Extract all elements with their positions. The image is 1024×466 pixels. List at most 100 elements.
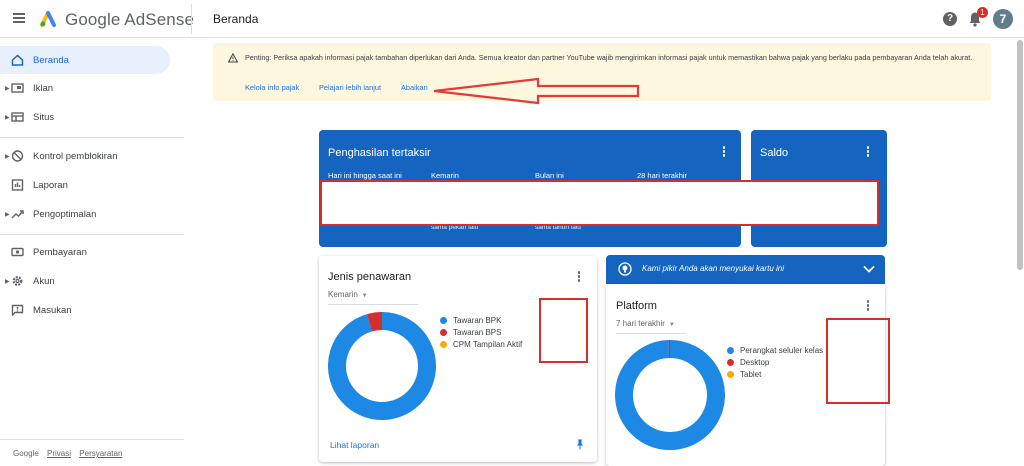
sidebar-divider <box>0 234 184 235</box>
redaction-box <box>539 298 588 363</box>
legend-dot-icon <box>440 340 447 348</box>
manage-tax-info-link[interactable]: Kelola info pajak <box>245 83 299 92</box>
sidebar-item-iklan[interactable]: ▶ Iklan <box>0 74 170 102</box>
earnings-col-today: Hari ini hingga saat ini <box>328 171 402 180</box>
brand-name: Google AdSense <box>65 10 194 29</box>
sidebar-item-label: Beranda <box>33 54 69 66</box>
sites-icon <box>11 112 24 122</box>
header-divider <box>191 4 192 34</box>
chevron-down-icon[interactable] <box>863 265 875 273</box>
redaction-box <box>826 318 890 404</box>
redaction-box <box>320 180 879 226</box>
legend-dot-icon <box>727 346 734 354</box>
sidebar-item-situs[interactable]: ▶ Situs <box>0 103 170 131</box>
suggestion-text: Kami pikir Anda akan menyukai kartu ini <box>642 264 784 273</box>
reports-icon <box>11 179 24 191</box>
legend-label: Tawaran BPK <box>453 315 502 325</box>
offer-type-title: Jenis penawaran <box>328 271 412 283</box>
legend-label: Tablet <box>740 369 762 379</box>
sidebar-item-laporan[interactable]: Laporan <box>0 171 170 199</box>
earnings-col-yesterday: Kemarin <box>431 171 459 180</box>
notification-badge: 1 <box>977 7 988 18</box>
donut-slice-tawaran-bps <box>366 312 383 332</box>
legend-dot-icon <box>727 370 734 378</box>
platform-legend: Perangkat seluler kelas Desktop Tablet <box>727 344 827 380</box>
trend-icon <box>11 210 24 219</box>
page-scrollbar[interactable] <box>1017 40 1023 270</box>
balance-title: Saldo <box>760 147 789 159</box>
legend-label: Tawaran BPS <box>453 327 502 337</box>
avatar[interactable]: 7 <box>993 9 1013 29</box>
offer-more-icon[interactable] <box>577 271 581 283</box>
legend-label: CPM Tampilan Aktif <box>453 339 523 349</box>
select-underline <box>616 333 686 334</box>
platform-period-select[interactable]: 7 hari terakhir ▼ <box>616 319 675 328</box>
dropdown-arrow-icon: ▼ <box>668 322 675 328</box>
sidebar-item-label: Masukan <box>33 304 72 316</box>
menu-icon[interactable] <box>13 13 25 23</box>
sidebar-item-label: Akun <box>33 275 55 287</box>
legend-dot-icon <box>440 328 447 336</box>
home-icon <box>11 54 24 66</box>
legend-item: Tablet <box>727 368 827 380</box>
donut-slice-tawaran-bpk <box>328 312 436 420</box>
expand-caret-icon: ▶ <box>5 85 10 92</box>
sidebar-divider <box>0 137 184 138</box>
sidebar-item-label: Pembayaran <box>33 246 87 258</box>
dropdown-arrow-icon: ▼ <box>361 293 368 299</box>
expand-caret-icon: ▶ <box>5 211 10 218</box>
top-bar: Google AdSense Beranda ? 1 7 <box>0 0 1024 38</box>
earnings-title: Penghasilan tertaksir <box>328 147 431 159</box>
sidebar-item-beranda[interactable]: Beranda <box>0 46 170 74</box>
sidebar-item-pembayaran[interactable]: Pembayaran <box>0 238 170 266</box>
learn-more-link[interactable]: Pelajari lebih lanjut <box>319 83 381 92</box>
legend-label: Perangkat seluler kelas <box>740 345 824 355</box>
legend-item: Perangkat seluler kelas <box>727 344 827 356</box>
legend-dot-icon <box>440 316 447 324</box>
legend-item: CPM Tampilan Aktif <box>440 338 522 350</box>
balance-more-icon[interactable] <box>866 146 870 158</box>
offer-period-select[interactable]: Kemarin ▼ <box>328 290 368 299</box>
terms-link[interactable]: Persyaratan <box>79 449 122 458</box>
dismiss-link[interactable]: Abaikan <box>401 83 428 92</box>
offer-period-value: Kemarin <box>328 290 358 299</box>
payments-icon <box>11 247 24 257</box>
offer-donut-chart <box>328 312 436 420</box>
platform-title: Platform <box>616 300 657 312</box>
legend-item: Tawaran BPK <box>440 314 522 326</box>
sidebar-footer: Google Privasi Persyaratan <box>13 449 122 458</box>
sidebar: Beranda ▶ Iklan ▶ Situs ▶ Kontrol pemblo… <box>0 39 184 466</box>
footer-google: Google <box>13 449 39 458</box>
privacy-link[interactable]: Privasi <box>47 449 71 458</box>
legend-label: Desktop <box>740 357 770 367</box>
platform-period-value: 7 hari terakhir <box>616 319 665 328</box>
gear-icon <box>12 276 23 286</box>
earnings-more-icon[interactable] <box>722 146 726 158</box>
lightbulb-icon <box>618 262 632 276</box>
warning-icon <box>228 53 238 63</box>
offer-legend: Tawaran BPK Tawaran BPS CPM Tampilan Akt… <box>440 314 522 350</box>
page-title: Beranda <box>213 12 259 26</box>
expand-caret-icon: ▶ <box>5 278 10 285</box>
feedback-icon <box>11 304 24 316</box>
sidebar-item-label: Kontrol pemblokiran <box>33 150 118 162</box>
platform-more-icon[interactable] <box>866 300 870 312</box>
sidebar-item-label: Pengoptimalan <box>33 208 97 220</box>
earnings-col-28days: 28 hari terakhir <box>637 171 688 180</box>
sidebar-item-akun[interactable]: ▶ Akun <box>0 267 170 295</box>
sidebar-item-pengoptimalan[interactable]: ▶ Pengoptimalan <box>0 200 170 228</box>
pin-icon[interactable] <box>576 439 584 450</box>
sidebar-item-masukan[interactable]: Masukan <box>0 296 170 324</box>
donut-slice-perangkat-seluler-kelas <box>615 340 725 450</box>
suggestion-bar: Kami pikir Anda akan menyukai kartu ini <box>606 255 885 284</box>
adsense-logo-icon <box>40 11 56 27</box>
help-icon[interactable]: ? <box>943 12 957 26</box>
select-underline <box>328 304 418 305</box>
legend-dot-icon <box>727 358 734 366</box>
legend-item: Tawaran BPS <box>440 326 522 338</box>
view-report-link[interactable]: Lihat laporan <box>330 440 379 450</box>
sidebar-item-kontrol-pemblokiran[interactable]: ▶ Kontrol pemblokiran <box>0 142 170 170</box>
platform-donut-chart <box>615 340 725 450</box>
expand-caret-icon: ▶ <box>5 114 10 121</box>
annotation-arrow-icon <box>433 77 640 105</box>
